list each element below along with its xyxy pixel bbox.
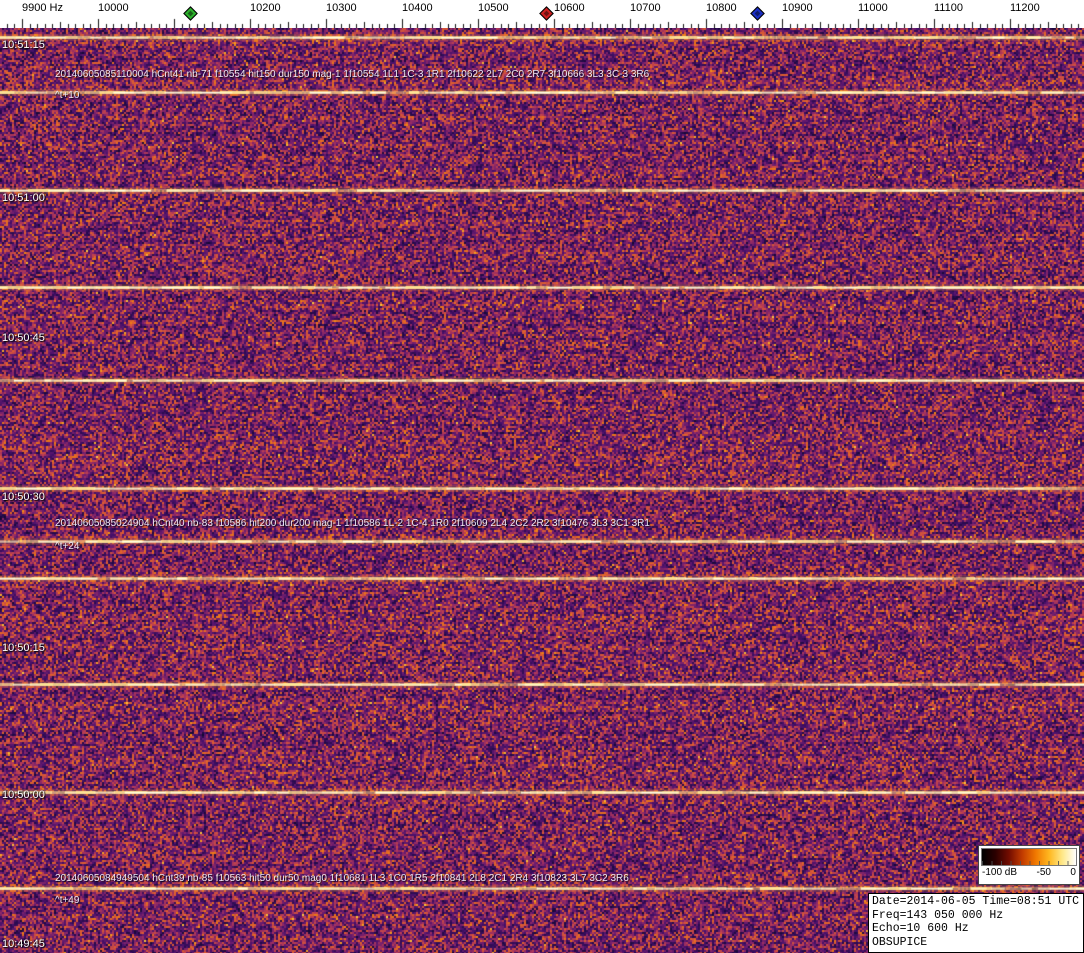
ruler-frequency-label: 10500 xyxy=(478,2,509,14)
info-line-echo: Echo=10 600 Hz xyxy=(872,922,1080,936)
marker-red-diamond[interactable] xyxy=(539,6,554,21)
ruler-frequency-label: 10900 xyxy=(782,2,813,14)
spectrogram-canvas xyxy=(0,28,1084,953)
spectrogram-app: 9900 Hz 10000 10200 10300 10400 10500 10600 107… xyxy=(0,0,1084,953)
info-box: Date=2014-06-05 Time=08:51 UTC Freq=143 … xyxy=(868,893,1084,953)
info-line-date: Date=2014-06-05 Time=08:51 UTC xyxy=(872,895,1080,909)
ruler-frequency-label: 10000 xyxy=(98,2,129,14)
db-scale-legend: -100 dB -50 0 xyxy=(978,845,1080,885)
ruler-frequency-label: 9900 Hz xyxy=(22,2,63,14)
ruler-frequency-label: 10800 xyxy=(706,2,737,14)
ruler-frequency-label: 10300 xyxy=(326,2,357,14)
legend-db-label-max: 0 xyxy=(1070,867,1076,878)
ruler-frequency-label: 11100 xyxy=(934,2,963,14)
legend-db-label-min: -100 dB xyxy=(982,867,1017,878)
info-line-freq: Freq=143 050 000 Hz xyxy=(872,909,1080,923)
marker-green-diamond[interactable] xyxy=(183,6,198,21)
ruler-frequency-label: 11200 xyxy=(1010,2,1040,14)
ruler-frequency-label: 11000 xyxy=(858,2,888,14)
frequency-ruler: 9900 Hz 10000 10200 10300 10400 10500 10600 107… xyxy=(0,0,1084,28)
marker-blue-diamond[interactable] xyxy=(750,6,765,21)
legend-gradient xyxy=(981,848,1077,866)
ruler-frequency-label: 10200 xyxy=(250,2,281,14)
legend-labels: -100 dB -50 0 xyxy=(979,866,1079,878)
legend-db-label-mid: -50 xyxy=(1037,867,1051,878)
ruler-frequency-label: 10400 xyxy=(402,2,433,14)
ruler-frequency-label: 10600 xyxy=(554,2,585,14)
ruler-frequency-label: 10700 xyxy=(630,2,661,14)
info-line-station: OBSUPICE xyxy=(872,936,1080,950)
